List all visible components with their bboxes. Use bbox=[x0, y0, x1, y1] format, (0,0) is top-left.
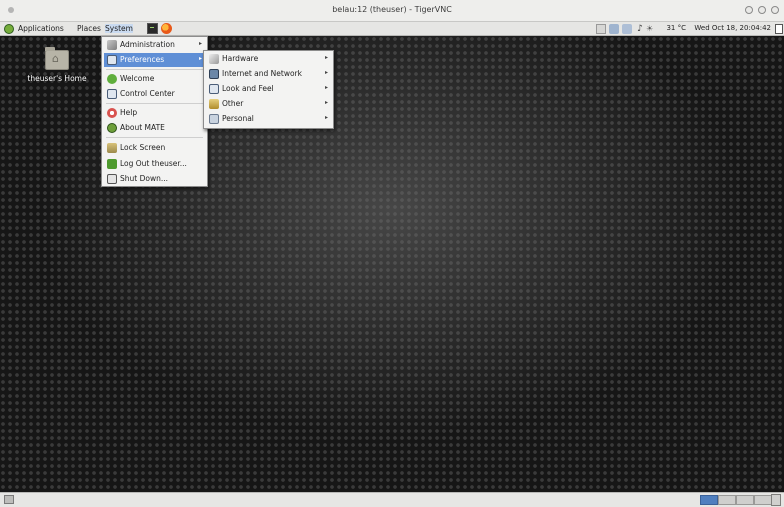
menu-item-label: Welcome bbox=[120, 74, 155, 83]
window-title: belau:12 (theuser) - TigerVNC bbox=[332, 5, 452, 14]
notification-icon[interactable] bbox=[596, 24, 606, 34]
home-folder-desktop-icon[interactable]: theuser's Home bbox=[22, 47, 92, 83]
system-menu-dropdown: Administration ▸ Preferences ▸ Welcome C… bbox=[101, 36, 208, 187]
workspace-2[interactable] bbox=[718, 495, 736, 505]
places-menu[interactable]: Places bbox=[77, 24, 101, 33]
maximize-button[interactable] bbox=[758, 6, 766, 14]
network-icon bbox=[209, 69, 219, 79]
menu-item-label: Administration bbox=[120, 40, 175, 49]
menu-item-help[interactable]: Help bbox=[104, 106, 205, 120]
hardware-icon bbox=[209, 54, 219, 64]
firefox-launcher-icon[interactable] bbox=[161, 23, 172, 34]
menu-item-label: Other bbox=[222, 99, 244, 108]
menu-item-label: Shut Down... bbox=[120, 174, 168, 183]
terminal-launcher-icon[interactable] bbox=[147, 23, 158, 34]
menu-item-welcome[interactable]: Welcome bbox=[104, 72, 205, 86]
workspace-4[interactable] bbox=[754, 495, 772, 505]
bottom-panel bbox=[0, 492, 784, 507]
shut-down-icon bbox=[107, 174, 117, 184]
submenu-arrow-icon: ▸ bbox=[198, 55, 202, 62]
submenu-arrow-icon: ▸ bbox=[324, 99, 328, 106]
lock-screen-icon bbox=[107, 143, 117, 153]
menu-item-label: Preferences bbox=[120, 55, 165, 64]
submenu-arrow-icon: ▸ bbox=[198, 40, 202, 47]
system-menu[interactable]: System bbox=[105, 24, 133, 33]
other-icon bbox=[209, 99, 219, 109]
window-titlebar: belau:12 (theuser) - TigerVNC bbox=[0, 0, 784, 22]
menu-item-label: Control Center bbox=[120, 89, 175, 98]
close-button[interactable] bbox=[771, 6, 779, 14]
menu-item-label: Help bbox=[120, 108, 138, 117]
menu-item-label: About MATE bbox=[120, 123, 165, 132]
trash-icon[interactable] bbox=[771, 494, 781, 506]
submenu-arrow-icon: ▸ bbox=[324, 114, 328, 121]
preferences-submenu: Hardware ▸ Internet and Network ▸ Look a… bbox=[203, 50, 334, 129]
accessibility-icon[interactable] bbox=[622, 24, 632, 34]
welcome-icon bbox=[107, 74, 117, 84]
control-center-icon bbox=[107, 89, 117, 99]
menu-item-personal[interactable]: Personal ▸ bbox=[206, 112, 331, 126]
temperature-label[interactable]: 31 °C bbox=[666, 24, 686, 32]
menu-item-administration[interactable]: Administration ▸ bbox=[104, 38, 205, 52]
power-icon[interactable] bbox=[775, 24, 783, 34]
menu-item-hardware[interactable]: Hardware ▸ bbox=[206, 52, 331, 66]
minimize-button[interactable] bbox=[745, 6, 753, 14]
volume-icon[interactable]: ♪ bbox=[635, 24, 645, 34]
menu-item-label: Hardware bbox=[222, 54, 259, 63]
applications-menu[interactable]: Applications bbox=[18, 24, 64, 33]
mate-logo-icon bbox=[107, 123, 117, 133]
menu-item-about-mate[interactable]: About MATE bbox=[104, 121, 205, 135]
top-panel: Applications Places System ♪ ☀ 31 °C Wed… bbox=[0, 22, 784, 36]
preferences-icon bbox=[107, 55, 117, 65]
menu-item-label: Log Out theuser... bbox=[120, 159, 187, 168]
home-folder-label: theuser's Home bbox=[27, 74, 87, 83]
home-folder-icon bbox=[45, 47, 69, 70]
menu-item-shut-down[interactable]: Shut Down... bbox=[104, 172, 205, 186]
submenu-arrow-icon: ▸ bbox=[324, 54, 328, 61]
menu-item-control-center[interactable]: Control Center bbox=[104, 87, 205, 101]
menu-separator bbox=[106, 137, 203, 138]
menu-item-preferences[interactable]: Preferences ▸ bbox=[104, 53, 205, 67]
mate-logo-icon[interactable] bbox=[4, 24, 14, 34]
submenu-arrow-icon: ▸ bbox=[324, 69, 328, 76]
network-status-icon[interactable] bbox=[609, 24, 619, 34]
panel-clock[interactable]: Wed Oct 18, 20:04:42 bbox=[694, 24, 771, 32]
menu-item-internet-and-network[interactable]: Internet and Network ▸ bbox=[206, 67, 331, 81]
look-and-feel-icon bbox=[209, 84, 219, 94]
menu-item-lock-screen[interactable]: Lock Screen bbox=[104, 141, 205, 155]
workspace-1[interactable] bbox=[700, 495, 718, 505]
menu-item-log-out[interactable]: Log Out theuser... bbox=[104, 157, 205, 171]
menu-item-label: Lock Screen bbox=[120, 143, 166, 152]
personal-icon bbox=[209, 114, 219, 124]
administration-icon bbox=[107, 40, 117, 50]
menu-separator bbox=[106, 103, 203, 104]
help-icon bbox=[107, 108, 117, 118]
show-desktop-button[interactable] bbox=[4, 495, 14, 504]
submenu-arrow-icon: ▸ bbox=[324, 84, 328, 91]
menu-item-label: Personal bbox=[222, 114, 254, 123]
log-out-icon bbox=[107, 159, 117, 169]
workspace-3[interactable] bbox=[736, 495, 754, 505]
menu-item-label: Look and Feel bbox=[222, 84, 274, 93]
menu-separator bbox=[106, 69, 203, 70]
menu-item-other[interactable]: Other ▸ bbox=[206, 97, 331, 111]
menu-item-label: Internet and Network bbox=[222, 69, 302, 78]
menu-item-look-and-feel[interactable]: Look and Feel ▸ bbox=[206, 82, 331, 96]
weather-icon[interactable]: ☀ bbox=[646, 24, 656, 34]
